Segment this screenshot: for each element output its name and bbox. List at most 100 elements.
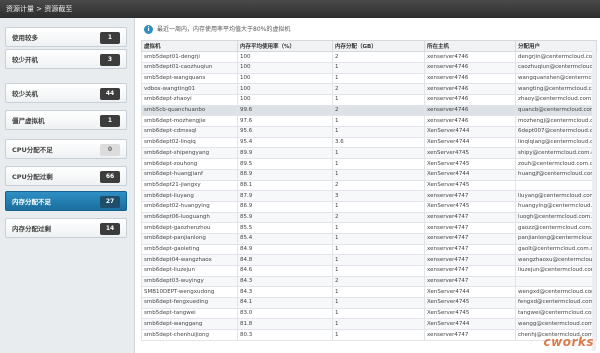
table-row[interactable]: smb6dept02-huangying 86.9 1 XenServer4745 hu… xyxy=(141,200,597,213)
vm-name-cell: smb6dept-fengxueding xyxy=(141,297,238,309)
column-header-mem-usage[interactable]: 内存平均使用率（%） xyxy=(237,39,333,53)
mem-alloc-cell: 3.6 xyxy=(332,136,425,149)
mem-alloc-cell: 1 xyxy=(332,72,425,85)
vm-name-cell: smb6dept04-wangzhaox xyxy=(141,254,238,267)
mem-alloc-cell: 1 xyxy=(332,318,425,331)
vm-name-cell: smb6dept-gaozhenzhou xyxy=(141,222,238,234)
user-cell: liuzejun@centermcloud.com.cn xyxy=(515,265,597,277)
mem-alloc-cell: 1 xyxy=(332,126,425,138)
mem-alloc-cell: 1 xyxy=(332,200,425,213)
mem-alloc-cell: 1 xyxy=(332,297,425,309)
vm-name-cell: smb6dept-zhaoyi xyxy=(141,94,238,106)
vm-name-cell: smb5cb-quanchuanbo xyxy=(141,104,238,117)
sidebar-item-rarely-shutdown[interactable]: 较少关机 44 xyxy=(5,83,127,103)
table-row[interactable]: smb5dept01-dengrji 100 2 xenserver4746 dengr… xyxy=(141,51,597,63)
host-cell: xenserver4747 xyxy=(424,254,516,267)
mem-usage-cell: 89.5 xyxy=(237,158,333,170)
sidebar-item-memory-over[interactable]: 内存分配过剩 14 xyxy=(5,218,127,238)
mem-alloc-cell: 1 xyxy=(332,232,425,245)
vm-name-cell: smb5dept01-caozhuqiun xyxy=(141,61,238,74)
watermark-logo: cworks xyxy=(543,335,594,349)
vm-table: 虚拟机 内存平均使用率（%） 内存分配（GB） 所在主机 分配用户 smb5de… xyxy=(141,39,597,341)
table-row[interactable]: smb5dept-tangwei 83.0 1 XenServer4745 tangwe… xyxy=(141,307,597,320)
sidebar-item-rarely-started[interactable]: 较少开机 3 xyxy=(5,49,127,69)
table-row[interactable]: smb6dept06-luoguangh 85.9 2 xenserver4747 lu… xyxy=(141,211,597,224)
table-row[interactable]: smb6dept-huangjianf 88.9 1 XenServer4744 hua… xyxy=(141,168,597,181)
table-row[interactable]: smb6dept-mozhengjie 97.6 1 xenserver4746 moz… xyxy=(141,115,597,128)
user-cell: zouh@centermcloud.com.cn xyxy=(515,158,597,170)
column-header-user[interactable]: 分配用户 xyxy=(515,39,597,53)
column-header-vm[interactable]: 虚拟机 xyxy=(141,39,238,53)
host-cell: xenserver4746 xyxy=(424,61,516,74)
host-cell: XenServer4744 xyxy=(424,168,516,181)
table-row[interactable]: smb5dept-gaoleting 84.9 1 xenserver4747 gaol… xyxy=(141,243,597,256)
host-cell: xenServer4745 xyxy=(424,147,516,160)
user-cell: gaozz@centermcloud.com.cn xyxy=(515,222,597,234)
table-row[interactable]: vdbox-wangting01 100 2 xenserver4746 wangtin… xyxy=(141,83,597,96)
table-row[interactable]: smb6dept-liuyang 87.9 3 xenserver4747 liuyan… xyxy=(141,190,597,202)
vm-name-cell: smb6dept06-luoguangh xyxy=(141,211,238,224)
table-row[interactable]: smb6dept-liuzejun 84.6 1 xenserver4747 liuze… xyxy=(141,265,597,277)
table-row[interactable]: smb5dept-wangquans 100 1 xenserver4746 wangq… xyxy=(141,72,597,85)
host-cell: xenserver4747 xyxy=(424,265,516,277)
table-row[interactable]: smb6dept04-wangzhaox 84.8 1 xenserver4747 wa… xyxy=(141,254,597,267)
sidebar-item-cpu-under[interactable]: CPU分配不足 0 xyxy=(5,139,127,159)
table-row[interactable]: smb5dept-chenhuijiong 80.3 1 xenserver4747 c… xyxy=(141,329,597,341)
vm-name-cell: smb5dept-wangquans xyxy=(141,72,238,85)
vm-name-cell: smb6dept-liuzejun xyxy=(141,265,238,277)
scrollbar[interactable] xyxy=(592,51,596,351)
host-cell: xenserver4747 xyxy=(424,232,516,245)
table-row[interactable]: smb6dept-fengxueding 84.1 1 XenServer4745 fe… xyxy=(141,297,597,309)
mem-usage-cell: 86.9 xyxy=(237,200,333,213)
count-badge: 1 xyxy=(100,32,120,44)
table-row[interactable]: smb5dept21-jiangxy 88.1 2 XenServer4745 xyxy=(141,179,597,192)
mem-usage-cell: 97.6 xyxy=(237,115,333,128)
mem-usage-cell: 80.3 xyxy=(237,329,333,341)
mem-usage-cell: 84.6 xyxy=(237,265,333,277)
mem-usage-cell: 100 xyxy=(237,72,333,85)
table-row[interactable]: smb5dept01-caozhuqiun 100 1 xenserver4746 ca… xyxy=(141,61,597,74)
host-cell: XenServer4745 xyxy=(424,200,516,213)
user-cell: shipy@centermcloud.com.cn xyxy=(515,147,597,160)
breadcrumb: 资源计量 > 资源截至 xyxy=(0,0,600,18)
user-cell: panjianlong@centermcloud.com.cn xyxy=(515,232,597,245)
sidebar-item-memory-under[interactable]: 内存分配不足 27 xyxy=(5,191,127,211)
host-cell: xenserver4746 xyxy=(424,83,516,96)
table-row[interactable]: smb6dept-wanggang 81.8 1 XenServer4744 wangg… xyxy=(141,318,597,331)
host-cell: XenServer4745 xyxy=(424,297,516,309)
column-header-host[interactable]: 所在主机 xyxy=(424,39,516,53)
sidebar-item-cpu-over[interactable]: CPU分配过剩 66 xyxy=(5,166,127,186)
table-row[interactable]: smb5cb-quanchuanbo 99.6 2 xenserver4746 quan… xyxy=(141,104,597,117)
table-row[interactable]: SMB10DEPT-wengxudong 84.3 1 XenServer4744 we… xyxy=(141,286,597,299)
count-badge: 44 xyxy=(100,88,120,100)
table-row[interactable]: smb6dept-panjianlong 85.4 1 xenserver4747 pa… xyxy=(141,232,597,245)
host-cell: xenserver4747 xyxy=(424,190,516,202)
sidebar-item-zombie-vm[interactable]: 僵尸虚拟机 1 xyxy=(5,110,127,130)
column-header-mem-alloc[interactable]: 内存分配（GB） xyxy=(332,39,425,53)
host-cell: xenserver4747 xyxy=(424,211,516,224)
count-badge: 1 xyxy=(100,115,120,127)
mem-alloc-cell: 1 xyxy=(332,94,425,106)
host-cell: xenserver4746 xyxy=(424,115,516,128)
table-row[interactable]: smb6dept-zouhong 89.5 1 XenServer4745 zouh@c… xyxy=(141,158,597,170)
mem-usage-cell: 85.9 xyxy=(237,211,333,224)
mem-usage-cell: 85.4 xyxy=(237,232,333,245)
sidebar-item-heavy-use[interactable]: 使用较多 1 xyxy=(5,27,127,47)
host-cell: xenserver4746 xyxy=(424,72,516,85)
mem-alloc-cell: 3 xyxy=(332,190,425,202)
vm-name-cell: smb5dept21-jiangxy xyxy=(141,179,238,192)
table-row[interactable]: smb6dept-shipengyang 89.9 1 xenServer4745 sh… xyxy=(141,147,597,160)
sidebar-item-label: 僵尸虚拟机 xyxy=(12,117,45,125)
notice-text: 最近一周内，内存使用率平均值大于80%的虚拟机 xyxy=(157,26,291,33)
table-row[interactable]: smb6dept-zhaoyi 100 1 xenserver4746 zhaoy@ce… xyxy=(141,94,597,106)
table-row[interactable]: smb6dept-gaozhenzhou 85.5 1 xenserver4747 ga… xyxy=(141,222,597,234)
user-cell: mozhengj@centermcloud.com.cn xyxy=(515,115,597,128)
count-badge: 3 xyxy=(100,54,120,66)
user-cell: quancb@centermcloud.com.cn xyxy=(515,104,597,117)
mem-alloc-cell: 2 xyxy=(332,179,425,192)
mem-usage-cell: 85.5 xyxy=(237,222,333,234)
table-row[interactable]: smb6dept02-linqiq 95.4 3.6 XenServer4744 lin… xyxy=(141,136,597,149)
sidebar-item-label: 内存分配过剩 xyxy=(12,225,51,233)
table-row[interactable]: smb6dept03-wuyingy 84.3 2 xenserver4747 xyxy=(141,275,597,288)
table-row[interactable]: smb6dept-cdmssql 95.6 1 XenServer4744 6dept0… xyxy=(141,126,597,138)
